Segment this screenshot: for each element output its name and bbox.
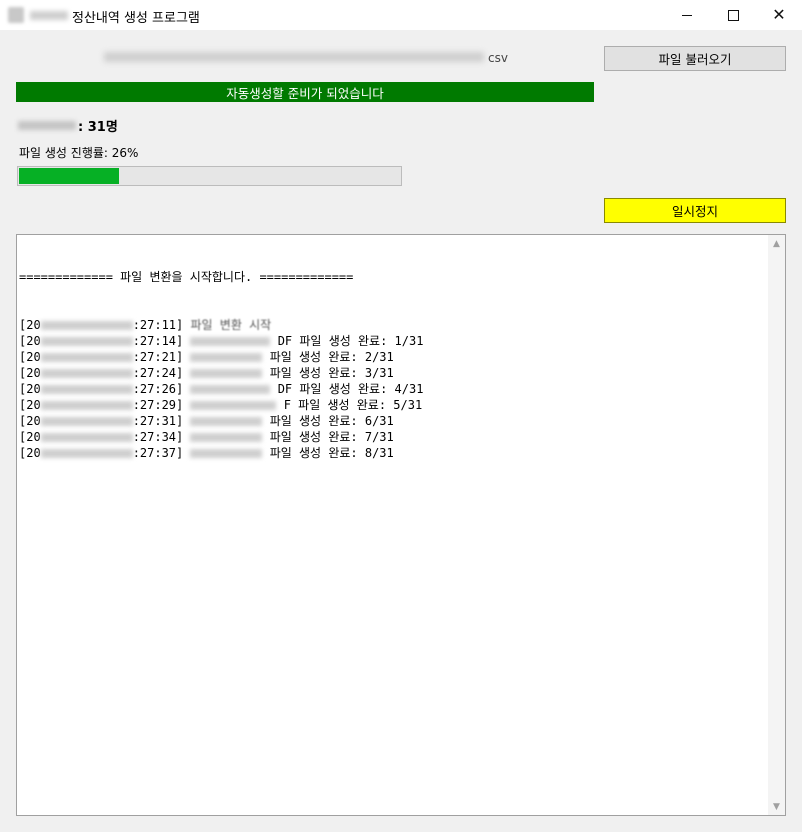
log-time: :27:24]: [132, 366, 191, 380]
app-icon: [8, 7, 24, 23]
log-time: :27:11]: [132, 318, 191, 332]
log-date-redacted: [40, 401, 133, 410]
log-timestamp-prefix: [20: [19, 430, 41, 444]
log-filename-redacted: [190, 337, 271, 346]
log-filename-redacted: [190, 401, 277, 410]
log-line: [20 :27:11] 파일 변환 시작: [19, 317, 767, 333]
log-message: DF 파일 생성 완료: 4/31: [270, 382, 424, 396]
log-date-redacted: [40, 337, 133, 346]
minimize-button[interactable]: [664, 0, 710, 30]
scroll-up-arrow-icon[interactable]: ▲: [768, 235, 785, 252]
log-time: :27:29]: [132, 398, 191, 412]
log-timestamp-prefix: [20: [19, 398, 41, 412]
log-time: :27:14]: [132, 334, 191, 348]
progress-bar-fill: [19, 168, 119, 184]
title-bar[interactable]: 정산내역 생성 프로그램 ✕: [0, 0, 802, 30]
maximize-button[interactable]: [710, 0, 756, 30]
maximize-icon: [727, 9, 739, 21]
title-redacted: [30, 11, 68, 20]
log-line: [20 :27:31] 파일 생성 완료: 6/31: [19, 413, 767, 429]
log-time: :27:21]: [132, 350, 191, 364]
log-message: F 파일 생성 완료: 5/31: [276, 398, 423, 412]
scroll-down-arrow-icon[interactable]: ▼: [768, 798, 785, 815]
log-time: :27:37]: [132, 446, 191, 460]
log-time: :27:26]: [132, 382, 191, 396]
log-timestamp-prefix: [20: [19, 334, 41, 348]
progress-bar: [17, 166, 402, 186]
total-count: : 31명: [78, 120, 118, 135]
log-message: 파일 생성 완료: 6/31: [262, 414, 394, 428]
close-button[interactable]: ✕: [756, 0, 802, 30]
log-timestamp-prefix: [20: [19, 366, 41, 380]
log-date-redacted: [40, 369, 133, 378]
log-filename-redacted: [190, 353, 263, 362]
log-message: 파일 생성 완료: 7/31: [262, 430, 394, 444]
log-timestamp-prefix: [20: [19, 382, 41, 396]
log-timestamp-prefix: [20: [19, 318, 41, 332]
log-date-redacted: [40, 321, 133, 330]
log-header: ============= 파일 변환을 시작합니다. ============…: [19, 270, 354, 284]
status-banner: 자동생성할 준비가 되었습니다: [16, 82, 594, 102]
log-timestamp-prefix: [20: [19, 350, 41, 364]
log-time: :27:34]: [132, 430, 191, 444]
log-date-redacted: [40, 433, 133, 442]
file-path-redacted: [104, 52, 484, 62]
log-date-redacted: [40, 449, 133, 458]
log-line: [20 :27:29] F 파일 생성 완료: 5/31: [19, 397, 767, 413]
log-message: DF 파일 생성 완료: 1/31: [270, 334, 424, 348]
minimize-icon: [682, 15, 692, 16]
log-time: :27:31]: [132, 414, 191, 428]
log-message: 파일 생성 완료: 2/31: [262, 350, 394, 364]
log-message: 파일 변환 시작: [190, 318, 272, 332]
log-filename-redacted: [190, 369, 263, 378]
log-line: [20 :27:34] 파일 생성 완료: 7/31: [19, 429, 767, 445]
close-icon: ✕: [772, 5, 786, 24]
vertical-scrollbar[interactable]: ▲ ▼: [768, 235, 785, 815]
log-filename-redacted: [190, 385, 271, 394]
log-date-redacted: [40, 417, 133, 426]
log-content: ============= 파일 변환을 시작합니다. ============…: [19, 237, 767, 461]
log-line: [20 :27:14] DF 파일 생성 완료: 1/31: [19, 333, 767, 349]
log-date-redacted: [40, 353, 133, 362]
pause-button[interactable]: 일시정지: [604, 198, 786, 223]
count-label-redacted: [18, 121, 76, 130]
log-output[interactable]: ============= 파일 변환을 시작합니다. ============…: [16, 234, 786, 816]
log-timestamp-prefix: [20: [19, 446, 41, 460]
log-line: [20 :27:24] 파일 생성 완료: 3/31: [19, 365, 767, 381]
file-path-extension: csv: [488, 51, 508, 65]
log-filename-redacted: [190, 433, 263, 442]
log-message: 파일 생성 완료: 3/31: [262, 366, 394, 380]
log-message: 파일 생성 완료: 8/31: [262, 446, 394, 460]
log-line: [20 :27:21] 파일 생성 완료: 2/31: [19, 349, 767, 365]
load-file-button[interactable]: 파일 불러오기: [604, 46, 786, 71]
log-line: [20 :27:26] DF 파일 생성 완료: 4/31: [19, 381, 767, 397]
log-line: [20 :27:37] 파일 생성 완료: 8/31: [19, 445, 767, 461]
log-date-redacted: [40, 385, 133, 394]
progress-label: 파일 생성 진행률: 26%: [19, 146, 139, 160]
log-filename-redacted: [190, 449, 263, 458]
log-filename-redacted: [190, 417, 263, 426]
log-timestamp-prefix: [20: [19, 414, 41, 428]
window-title: 정산내역 생성 프로그램: [72, 11, 200, 26]
